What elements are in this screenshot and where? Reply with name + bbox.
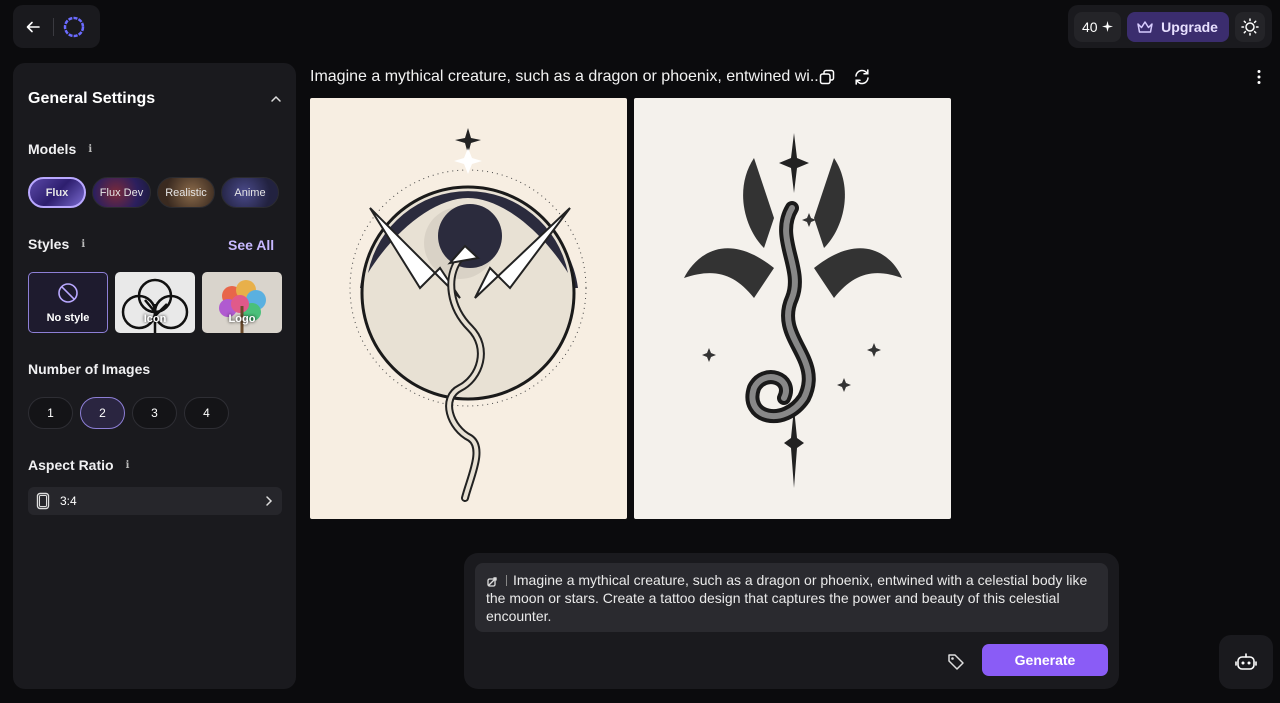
aspect-ratio-select[interactable]: 3:4 <box>28 487 282 515</box>
model-realistic[interactable]: Realistic <box>157 177 215 208</box>
num-option-3[interactable]: 3 <box>132 397 177 429</box>
style-label: Logo <box>228 313 256 325</box>
generated-image-2[interactable] <box>634 98 951 519</box>
see-all-styles-link[interactable]: See All <box>228 237 274 253</box>
back-button[interactable] <box>13 5 53 48</box>
models-label: Models <box>28 141 77 157</box>
sparkle-icon <box>1101 21 1113 32</box>
account-toolbar: 40 Upgrade <box>1068 5 1272 48</box>
nav-group <box>13 5 100 48</box>
aspect-value: 3:4 <box>60 494 77 508</box>
generated-image-1[interactable] <box>310 98 627 519</box>
prompt-tools <box>486 572 507 588</box>
dragon-moon-illustration <box>349 128 587 502</box>
generate-button[interactable]: Generate <box>982 644 1108 676</box>
info-icon[interactable]: i <box>122 458 134 472</box>
style-label: No style <box>46 311 90 324</box>
assistant-button[interactable] <box>1219 635 1273 689</box>
style-no-style[interactable]: No style <box>28 272 108 333</box>
style-label: Icon <box>143 313 167 325</box>
upgrade-button[interactable]: Upgrade <box>1126 11 1229 42</box>
num-option-2[interactable]: 2 <box>80 397 125 429</box>
info-icon[interactable]: i <box>84 142 96 156</box>
chevron-up-icon[interactable] <box>268 91 284 107</box>
upgrade-label: Upgrade <box>1161 18 1218 35</box>
tag-icon[interactable] <box>946 652 966 672</box>
ring-logo-icon <box>63 16 85 37</box>
styles-heading: Styles i <box>28 236 89 252</box>
num-images-label: Number of Images <box>28 361 151 377</box>
no-symbol-icon <box>58 282 78 303</box>
theme-toggle-button[interactable] <box>1234 11 1265 42</box>
info-icon[interactable]: i <box>77 237 89 251</box>
model-selector: Flux Flux Dev Realistic Anime <box>28 177 279 208</box>
prompt-title: Imagine a mythical creature, such as a d… <box>310 68 824 85</box>
robot-icon <box>1235 653 1257 670</box>
model-anime[interactable]: Anime <box>221 177 279 208</box>
dragon-stars-illustration <box>684 133 902 488</box>
style-icon[interactable]: Icon <box>115 272 195 333</box>
portrait-frame-icon <box>36 492 50 510</box>
model-flux-dev[interactable]: Flux Dev <box>92 177 151 208</box>
copy-icon[interactable] <box>818 68 836 86</box>
num-images-heading: Number of Images <box>28 361 150 377</box>
style-logo[interactable]: Logo <box>202 272 282 333</box>
refresh-icon[interactable] <box>853 68 871 86</box>
app-logo[interactable] <box>54 5 94 48</box>
prompt-composer: Imagine a mythical creature, such as a d… <box>464 553 1119 689</box>
aspect-heading: Aspect Ratio i <box>28 457 134 473</box>
num-option-1[interactable]: 1 <box>28 397 73 429</box>
settings-sidebar: General Settings Models i Flux Flux Dev … <box>13 63 296 689</box>
style-selector: No style Icon Logo <box>28 272 282 333</box>
credits-count: 40 <box>1082 18 1098 35</box>
prompt-text: Imagine a mythical creature, such as a d… <box>486 572 1088 624</box>
sun-icon <box>1240 17 1259 36</box>
arrow-left-icon <box>26 21 40 32</box>
enhance-prompt-icon[interactable] <box>486 572 502 588</box>
aspect-label: Aspect Ratio <box>28 457 114 473</box>
crown-icon <box>1137 20 1153 33</box>
num-option-4[interactable]: 4 <box>184 397 229 429</box>
chevron-right-icon <box>266 496 273 506</box>
styles-label: Styles <box>28 236 70 252</box>
num-images-selector: 1 2 3 4 <box>28 397 229 429</box>
models-heading: Models i <box>28 141 96 157</box>
more-options-icon[interactable] <box>1250 68 1268 86</box>
text-cursor <box>506 574 507 586</box>
model-flux[interactable]: Flux <box>28 177 86 208</box>
credits-badge[interactable]: 40 <box>1074 11 1121 42</box>
prompt-input[interactable]: Imagine a mythical creature, such as a d… <box>475 563 1108 632</box>
sidebar-title: General Settings <box>28 90 156 107</box>
